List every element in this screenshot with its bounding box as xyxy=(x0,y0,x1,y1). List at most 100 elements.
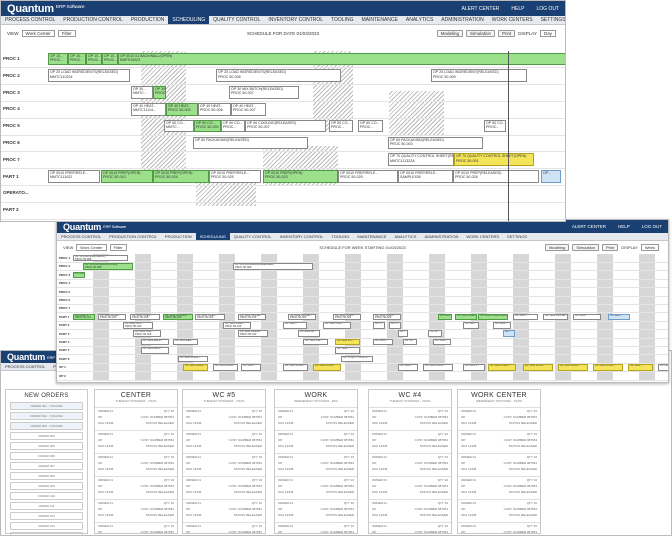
schedule-job[interactable]: OP 0010 PREP(RELEASED) PROC 50-028 xyxy=(453,170,539,183)
schedule-job[interactable]: OP 3000 FINAL... xyxy=(558,363,588,371)
menu-item-production-control[interactable]: PRODUCTION CONTROL xyxy=(59,16,126,24)
schedule-job[interactable]: OP 40 HEAT... PROC 50-004 xyxy=(166,102,198,116)
menu-item-settings[interactable]: SETTINGS xyxy=(537,16,565,24)
menu-item-administration[interactable]: ADMINISTRATION xyxy=(420,233,462,240)
schedule-job[interactable]: OP 3000 CLOSE... xyxy=(543,313,568,321)
menu-item-production[interactable]: PRODUCTION xyxy=(161,233,196,240)
schedule-job[interactable]: OP 30...PROC... xyxy=(153,86,166,99)
order-item[interactable]: ORDER 012 xyxy=(10,512,83,520)
schedule-job[interactable]: OP 2000 S... PROC 50-017 xyxy=(73,313,95,321)
schedule-job[interactable]: OP 20 LOAD INGREDIENTS(RELEASED) MMTC1102… xyxy=(48,69,130,83)
schedule-job[interactable]: OP 3000... xyxy=(335,347,360,354)
work-order-record[interactable]: ORDER 01QTY 10OPCUST. NUMBER 987654SKU 1… xyxy=(458,430,540,449)
schedule-job[interactable]: OP 50 CO... PROC 50-004 xyxy=(194,119,221,133)
schedule-job[interactable]: OP 10... PROC... xyxy=(86,52,102,66)
order-item[interactable]: ORDER 014 xyxy=(10,532,83,535)
work-order-record[interactable]: ORDER 01QTY 10OPCUST. NUMBER 987654SKU 1… xyxy=(183,430,265,449)
top-nav-help[interactable]: HELP xyxy=(618,224,630,229)
order-item[interactable]: ORDER 009 xyxy=(10,482,83,490)
schedule-job[interactable]: OP 3000 OPEN... PROC 50-018 xyxy=(130,313,160,321)
schedule-job[interactable]: OP 3000 OPEN... PROC 50-022 xyxy=(373,313,401,321)
schedule-job[interactable]: OP 3000... xyxy=(438,313,452,321)
order-item[interactable]: ORDER 008 xyxy=(10,472,83,480)
menu-item-process-control[interactable]: PROCESS CONTROL xyxy=(57,233,105,240)
schedule-job[interactable]: OP 3000... xyxy=(628,363,653,371)
work-order-record[interactable]: ORDER 01QTY 10OPCUST. NUMBER 987654SKU 1… xyxy=(369,430,451,449)
schedule-job[interactable]: OP 10 PACKING(CHECK) PROC 50-008 xyxy=(73,254,128,262)
schedule-job[interactable]: OP... xyxy=(503,330,515,338)
schedule-job[interactable]: OP 3000 CLO... PROC 50-013 xyxy=(123,321,153,329)
schedule-job[interactable]: OP 10... PROC... xyxy=(48,52,68,66)
work-order-record[interactable]: ORDER 01QTY 10OPCUST. NUMBER 987654SKU 1… xyxy=(275,407,357,426)
work-order-record[interactable]: ORDER 01QTY 10OPCUST. NUMBER 987654SKU 1… xyxy=(183,453,265,472)
schedule-job[interactable]: OP... xyxy=(398,330,408,338)
schedule-job[interactable]: OP 10... PROC... xyxy=(68,52,86,66)
week-simulation-button[interactable]: Simulation xyxy=(572,244,599,251)
work-order-record[interactable]: ORDER 01QTY 10OPCUST. NUMBER 987654SKU 1… xyxy=(369,499,451,518)
work-order-record[interactable]: ORDER 01QTY 10OPCUST. NUMBER 987654SKU 1… xyxy=(95,453,177,472)
work-order-record[interactable]: ORDER 01QTY 10OPCUST. NUMBER 987654SKU 1… xyxy=(458,407,540,426)
menu-item-production[interactable]: PRODUCTION xyxy=(127,16,169,24)
menu-item-settings[interactable]: SETTINGS xyxy=(503,233,531,240)
schedule-job[interactable]: OP 3000 FINAL... xyxy=(313,363,341,371)
menu-item-administration[interactable]: ADMINISTRATION xyxy=(437,16,487,24)
menu-item-analytics[interactable]: ANALYTICS xyxy=(402,16,437,24)
schedule-job[interactable]: OP 3000 MAKE... PROC 50-013 xyxy=(98,313,126,321)
schedule-job[interactable]: OP 3000 F... xyxy=(463,363,485,371)
schedule-job[interactable]: OP 3000 INS... xyxy=(303,338,328,346)
schedule-job[interactable]: OP 20 LOAD INGREDIENT(RELEASED) PROC 50-0… xyxy=(431,69,527,83)
schedule-job[interactable]: OP 0010 PREP/RELE... PROC 50-025 xyxy=(338,170,398,183)
schedule-job[interactable]: OP 3000 CLOSE... PROC 50-020 xyxy=(288,313,316,321)
schedule-job[interactable]: OP 3000 FINAL... xyxy=(423,363,453,371)
week-filter-button[interactable]: Filter xyxy=(109,244,127,251)
schedule-job[interactable]: OP 60 PACKAGING(RELEASED) xyxy=(193,136,308,150)
order-item[interactable]: ORDER 002 - 7/31/2022 xyxy=(10,412,83,420)
schedule-job[interactable]: OP 3000 PREP... PROC 50-014 xyxy=(223,321,251,329)
day-print-button[interactable]: Print xyxy=(498,29,516,37)
work-order-record[interactable]: ORDER 01QTY 10OPCUST. NUMBER 987654SKU 1… xyxy=(183,476,265,495)
schedule-job[interactable]: OP 50 CO... PROC... xyxy=(484,119,506,133)
top-nav-alert-center[interactable]: ALERT CENTER xyxy=(572,224,606,229)
order-item[interactable]: ORDER 010 xyxy=(10,492,83,500)
work-order-record[interactable]: ORDER 01QTY 10OPCUST. NUMBER 987654SKU 1… xyxy=(183,522,265,535)
schedule-job[interactable]: OP 50 CO... MMTC... xyxy=(164,119,194,133)
schedule-job[interactable]: OP 3000 BL... xyxy=(298,330,320,338)
schedule-job[interactable]: OP 3000 PO... xyxy=(335,338,360,346)
week-print-button[interactable]: Print xyxy=(602,244,619,251)
menu-item-work-centers[interactable]: WORK CENTERS xyxy=(488,16,537,24)
menu-item-maintenance[interactable]: MAINTENANCE xyxy=(353,233,390,240)
schedule-job[interactable]: OP 40 HEAT... PROC 50-007 xyxy=(231,102,266,116)
schedule-job[interactable]: OP 50 COOLING(RELEASED) PROC 50-007 xyxy=(245,119,326,133)
menu-item-quality-control[interactable]: QUALITY CONTROL xyxy=(230,233,276,240)
top-nav-alert-center[interactable]: ALERT CENTER xyxy=(462,6,500,12)
schedule-job[interactable]: OP 3000 OPEN... xyxy=(455,313,477,321)
menu-item-maintenance[interactable]: MAINTENANCE xyxy=(357,16,401,24)
schedule-job[interactable]: OP 0010 PREP/RELE... SAMPLE436 xyxy=(398,170,453,183)
work-order-record[interactable]: ORDER 01QTY 10OPCUST. NUMBER 987654SKU 1… xyxy=(275,476,357,495)
schedule-job[interactable]: OP 2000 PUSH(OPEN) xyxy=(478,313,508,321)
work-order-record[interactable]: ORDER 01QTY 10OPCUST. NUMBER 987654SKU 1… xyxy=(275,522,357,535)
schedule-job[interactable]: OP 60 PACKAGING(RELEASED) PROC 50-003 xyxy=(388,136,483,150)
schedule-job[interactable]: OP 60 PACKAGING(OPEN) PROC 50-008 xyxy=(83,263,133,270)
schedule-job[interactable]: OP 30 MIX BATCH(RELEASED) PROC 50-007 xyxy=(229,86,299,99)
schedule-job[interactable]: OP 10 PACKAGING(RELEASED) PROC 50-009 xyxy=(233,263,313,270)
schedule-job[interactable]: OP 3000... xyxy=(493,321,511,329)
work-order-record[interactable]: ORDER 01QTY 10OPCUST. NUMBER 987654SKU 1… xyxy=(458,499,540,518)
work-order-record[interactable]: ORDER 01QTY 10OPCUST. NUMBER 987654SKU 1… xyxy=(183,407,265,426)
top-nav-log-out[interactable]: LOG OUT xyxy=(536,6,559,12)
schedule-job[interactable]: OP 3000 OPEN... PROC 50-021 xyxy=(333,313,361,321)
menu-item-quality-control[interactable]: QUALITY CONTROL xyxy=(209,16,264,24)
schedule-job[interactable]: OP 30... xyxy=(428,330,442,338)
work-order-record[interactable]: ORDER 01QTY 10OPCUST. NUMBER 987654SKU 1… xyxy=(369,476,451,495)
order-item[interactable]: ORDER 003 - 7/31/2022 xyxy=(10,422,83,430)
order-item[interactable]: ORDER 001 - 7/31/2022 xyxy=(10,402,83,410)
order-item[interactable]: ORDER 004 xyxy=(10,432,83,440)
work-order-record[interactable]: ORDER 01QTY 10OPCUST. NUMBER 987654SKU 1… xyxy=(183,499,265,518)
schedule-job[interactable]: OP 3000... xyxy=(433,338,451,346)
work-order-record[interactable]: ORDER 01QTY 10OPCUST. NUMBER 987654SKU 1… xyxy=(369,522,451,535)
schedule-job[interactable]: OP 20 LOAD INGREDIENTS(RELEASED) PROC 50-… xyxy=(216,69,341,83)
menu-item-work-centers[interactable]: WORK CENTERS xyxy=(462,233,503,240)
schedule-job[interactable]: OP 3000 BALK... xyxy=(141,338,169,346)
schedule-job[interactable]: OP 0010 01 BACKWALL(OPEN) EMPS10023 xyxy=(118,52,565,66)
order-item[interactable]: ORDER 007 xyxy=(10,462,83,470)
